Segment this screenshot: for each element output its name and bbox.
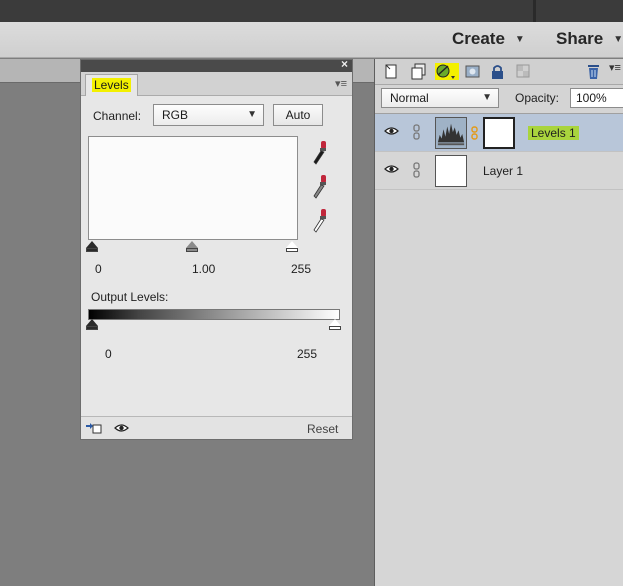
panel-titlebar[interactable]: × <box>81 57 352 72</box>
chevron-down-icon: ▼ <box>482 92 492 103</box>
layers-toolbar: ▾≡ <box>375 59 623 85</box>
channel-select[interactable]: RGB ▼ <box>153 104 264 126</box>
input-white-slider-base <box>286 248 298 252</box>
chevron-down-icon: ▼ <box>613 33 623 45</box>
mask-link-icon[interactable] <box>471 126 478 140</box>
opacity-value: 100% <box>576 91 607 105</box>
strip-divider <box>533 0 536 22</box>
panel-menu-icon[interactable]: ▾≡ <box>609 61 621 74</box>
output-white-slider-base <box>329 326 341 330</box>
channel-label: Channel: <box>93 109 142 123</box>
close-icon[interactable]: × <box>341 57 348 71</box>
layer-row-levels-1[interactable]: Levels 1 <box>375 114 623 152</box>
eyedropper-white-icon[interactable] <box>313 208 327 236</box>
output-black-value: 0 <box>105 347 112 361</box>
new-group-icon[interactable] <box>410 63 427 80</box>
output-white-value: 255 <box>297 347 318 361</box>
share-button[interactable]: Share ▼ <box>556 29 623 49</box>
layer-thumbnail[interactable] <box>435 155 467 187</box>
opacity-input[interactable]: 100% <box>570 88 623 108</box>
chevron-down-icon: ▼ <box>247 109 257 120</box>
layer-name-levels-1[interactable]: Levels 1 <box>528 126 579 140</box>
levels-footer: Reset <box>81 416 352 439</box>
lock-icon[interactable] <box>489 63 506 80</box>
header-bar: Create ▼ Share ▼ <box>0 22 623 58</box>
chain-link-icon[interactable] <box>412 124 421 140</box>
clip-to-layer-icon[interactable] <box>85 422 103 435</box>
auto-button[interactable]: Auto <box>273 104 323 126</box>
eyedropper-gray-icon[interactable] <box>313 174 327 202</box>
tab-levels[interactable]: Levels <box>85 74 138 96</box>
eyedropper-black-icon[interactable] <box>313 140 327 168</box>
channel-value: RGB <box>162 108 189 122</box>
input-black-value: 0 <box>95 262 102 276</box>
reset-button[interactable]: Reset <box>307 422 338 436</box>
output-black-slider-base <box>86 326 98 330</box>
eye-icon[interactable] <box>384 164 399 174</box>
adjustment-layer-icon[interactable] <box>435 63 459 80</box>
create-button[interactable]: Create ▼ <box>452 29 525 49</box>
layer-mask-icon[interactable] <box>464 63 481 80</box>
input-gamma-slider-base <box>186 248 198 252</box>
input-black-slider-base <box>86 248 98 252</box>
histogram <box>88 136 298 240</box>
blend-mode-value: Normal <box>390 91 429 105</box>
layer-row-layer-1[interactable]: Layer 1 <box>375 152 623 190</box>
lock-transparency-icon[interactable] <box>515 63 532 80</box>
output-gradient-bar <box>88 309 340 320</box>
layer-mask-thumbnail[interactable] <box>483 117 515 149</box>
panel-tab-row: Levels ▾≡ <box>81 72 352 96</box>
layers-panel: ▾≡ Normal ▼ Opacity: 100% Levels 1 Layer… <box>374 59 623 586</box>
input-gamma-value: 1.00 <box>192 262 216 276</box>
chain-link-icon[interactable] <box>412 162 421 178</box>
opacity-label: Opacity: <box>515 91 560 105</box>
eye-icon[interactable] <box>384 126 399 136</box>
output-levels-label: Output Levels: <box>91 290 169 304</box>
blend-mode-select[interactable]: Normal ▼ <box>381 88 499 108</box>
tab-levels-label: Levels <box>92 78 131 92</box>
new-layer-icon[interactable] <box>383 63 400 80</box>
layer-options-row: Normal ▼ Opacity: 100% <box>375 85 623 113</box>
trash-icon[interactable] <box>585 63 602 80</box>
input-white-slider[interactable] <box>286 241 298 248</box>
panel-menu-icon[interactable]: ▾≡ <box>335 77 347 90</box>
auto-label: Auto <box>285 108 311 122</box>
input-white-value: 255 <box>291 262 312 276</box>
title-strip <box>0 0 623 22</box>
share-label: Share <box>556 29 604 48</box>
input-gamma-slider[interactable] <box>186 241 198 248</box>
create-label: Create <box>452 29 505 48</box>
chevron-down-icon: ▼ <box>514 33 525 45</box>
output-white-slider[interactable] <box>329 319 341 326</box>
output-black-slider[interactable] <box>86 319 98 326</box>
input-black-slider[interactable] <box>86 241 98 248</box>
levels-panel: × Levels ▾≡ Channel: RGB ▼ Auto 0 1.00 2… <box>80 57 353 440</box>
levels-adjustment-icon <box>435 117 467 149</box>
layers-list: Levels 1 Layer 1 <box>375 113 623 586</box>
eye-icon[interactable] <box>114 423 129 433</box>
layer-name-layer-1[interactable]: Layer 1 <box>483 164 523 178</box>
